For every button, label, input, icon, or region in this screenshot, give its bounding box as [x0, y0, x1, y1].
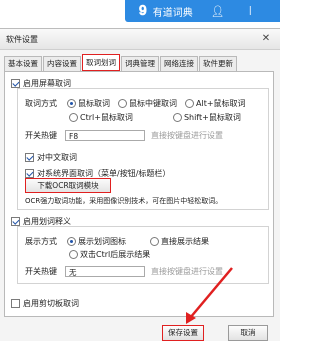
user-icon[interactable]: 👤︎ [211, 5, 225, 18]
youdao-topbar: 𝟗 有道词典 👤︎ | [125, 0, 280, 22]
radio-middle-label: 鼠标中键取词 [129, 99, 177, 108]
window-titlebar: 软件设置 [0, 29, 280, 50]
radio-direct-label: 直接展示结果 [161, 237, 209, 246]
selection-hotkey-note: 直接按键盘进行设置 [151, 267, 223, 276]
tab-update[interactable]: 软件更新 [199, 56, 237, 71]
radio-mouse-label: 鼠标取词 [78, 99, 110, 108]
radio-shift[interactable] [172, 113, 182, 122]
tab-network[interactable]: 网络连接 [160, 56, 198, 71]
download-ocr-button[interactable]: 下载OCR取词模块 [25, 178, 111, 193]
radio-direct[interactable] [150, 237, 159, 246]
radio-double-ctrl[interactable] [69, 250, 78, 259]
radio-show-icon-label: 展示划词图标 [78, 237, 126, 246]
window-title: 软件设置 [6, 34, 38, 44]
ocr-note-text: OCR强力取词功能，采用图像识别技术，可在图片中轻松取词。 [25, 197, 223, 205]
radio-ctrl-label: Ctrl+鼠标取词 [80, 113, 133, 122]
tab-basic[interactable]: 基本设置 [4, 56, 42, 71]
clipboard-capture[interactable]: 启用剪切板取词 [11, 298, 79, 309]
hotkey-input[interactable]: F8 [65, 130, 145, 141]
checkbox-icon[interactable] [11, 79, 20, 88]
hotkey-note: 直接按键盘进行设置 [151, 131, 223, 140]
ocr-note: OCR强力取词功能，采用图像识别技术，可在图片中轻松取词。 [25, 196, 222, 206]
radio-show-icon[interactable] [67, 237, 76, 246]
display-mode-row2: 双击Ctrl后展示结果 [69, 249, 150, 260]
checkbox-icon[interactable] [25, 169, 34, 178]
radio-mouse[interactable] [67, 99, 76, 108]
tab-word-capture[interactable]: 取词划词 [82, 54, 120, 71]
close-icon[interactable]: ✕ [260, 33, 272, 45]
hotkey-row: 开关热键 F8 直接按键盘进行设置 [25, 130, 223, 141]
capture-mode-row: 取词方式 鼠标取词 鼠标中键取词 Alt+鼠标取词 [25, 98, 246, 109]
youdao-logo-icon: 𝟗 [139, 3, 147, 19]
radio-alt-label: Alt+鼠标取词 [196, 99, 246, 108]
radio-shift-label: Shift+鼠标取词 [183, 113, 241, 122]
settings-panel: 启用屏幕取词 取词方式 鼠标取词 鼠标中键取词 Alt+鼠标取词 Ctrl+鼠标… [4, 71, 274, 317]
chinese-capture[interactable]: 对中文取词 [25, 152, 77, 163]
display-mode-label: 展示方式 [25, 237, 57, 246]
cancel-button[interactable]: 取消 [228, 325, 268, 341]
selection-hotkey-input[interactable]: 无 [65, 266, 145, 277]
settings-window: 软件设置 ✕ 基本设置 内容设置 取词划词 词典管理 网络连接 软件更新 启用屏… [0, 28, 280, 341]
radio-double-ctrl-label: 双击Ctrl后展示结果 [80, 250, 151, 259]
checkbox-icon[interactable] [11, 217, 20, 226]
window-controls[interactable]: | [249, 6, 252, 16]
hotkey-label: 开关热键 [25, 131, 57, 140]
save-button[interactable]: 保存设置 [162, 325, 204, 341]
selection-hotkey-label: 开关热键 [25, 267, 57, 276]
clipboard-capture-label: 启用剪切板取词 [23, 299, 79, 308]
brand-name: 有道词典 [152, 7, 193, 19]
settings-tabs: 基本设置 内容设置 取词划词 词典管理 网络连接 软件更新 [4, 54, 238, 71]
radio-ctrl[interactable] [69, 113, 78, 122]
radio-alt[interactable] [185, 99, 194, 108]
checkbox-icon[interactable] [25, 153, 34, 162]
radio-middle[interactable] [118, 99, 127, 108]
selection-hotkey-row: 开关热键 无 直接按键盘进行设置 [25, 266, 223, 277]
tab-dictionary[interactable]: 词典管理 [121, 56, 159, 71]
capture-mode-label: 取词方式 [25, 99, 57, 108]
tab-content[interactable]: 内容设置 [43, 56, 81, 71]
display-mode-row: 展示方式 展示划词图标 直接展示结果 [25, 236, 209, 247]
capture-mode-row2: Ctrl+鼠标取词 Shift+鼠标取词 [69, 112, 241, 123]
checkbox-icon[interactable] [11, 299, 20, 308]
chinese-capture-label: 对中文取词 [37, 153, 77, 162]
